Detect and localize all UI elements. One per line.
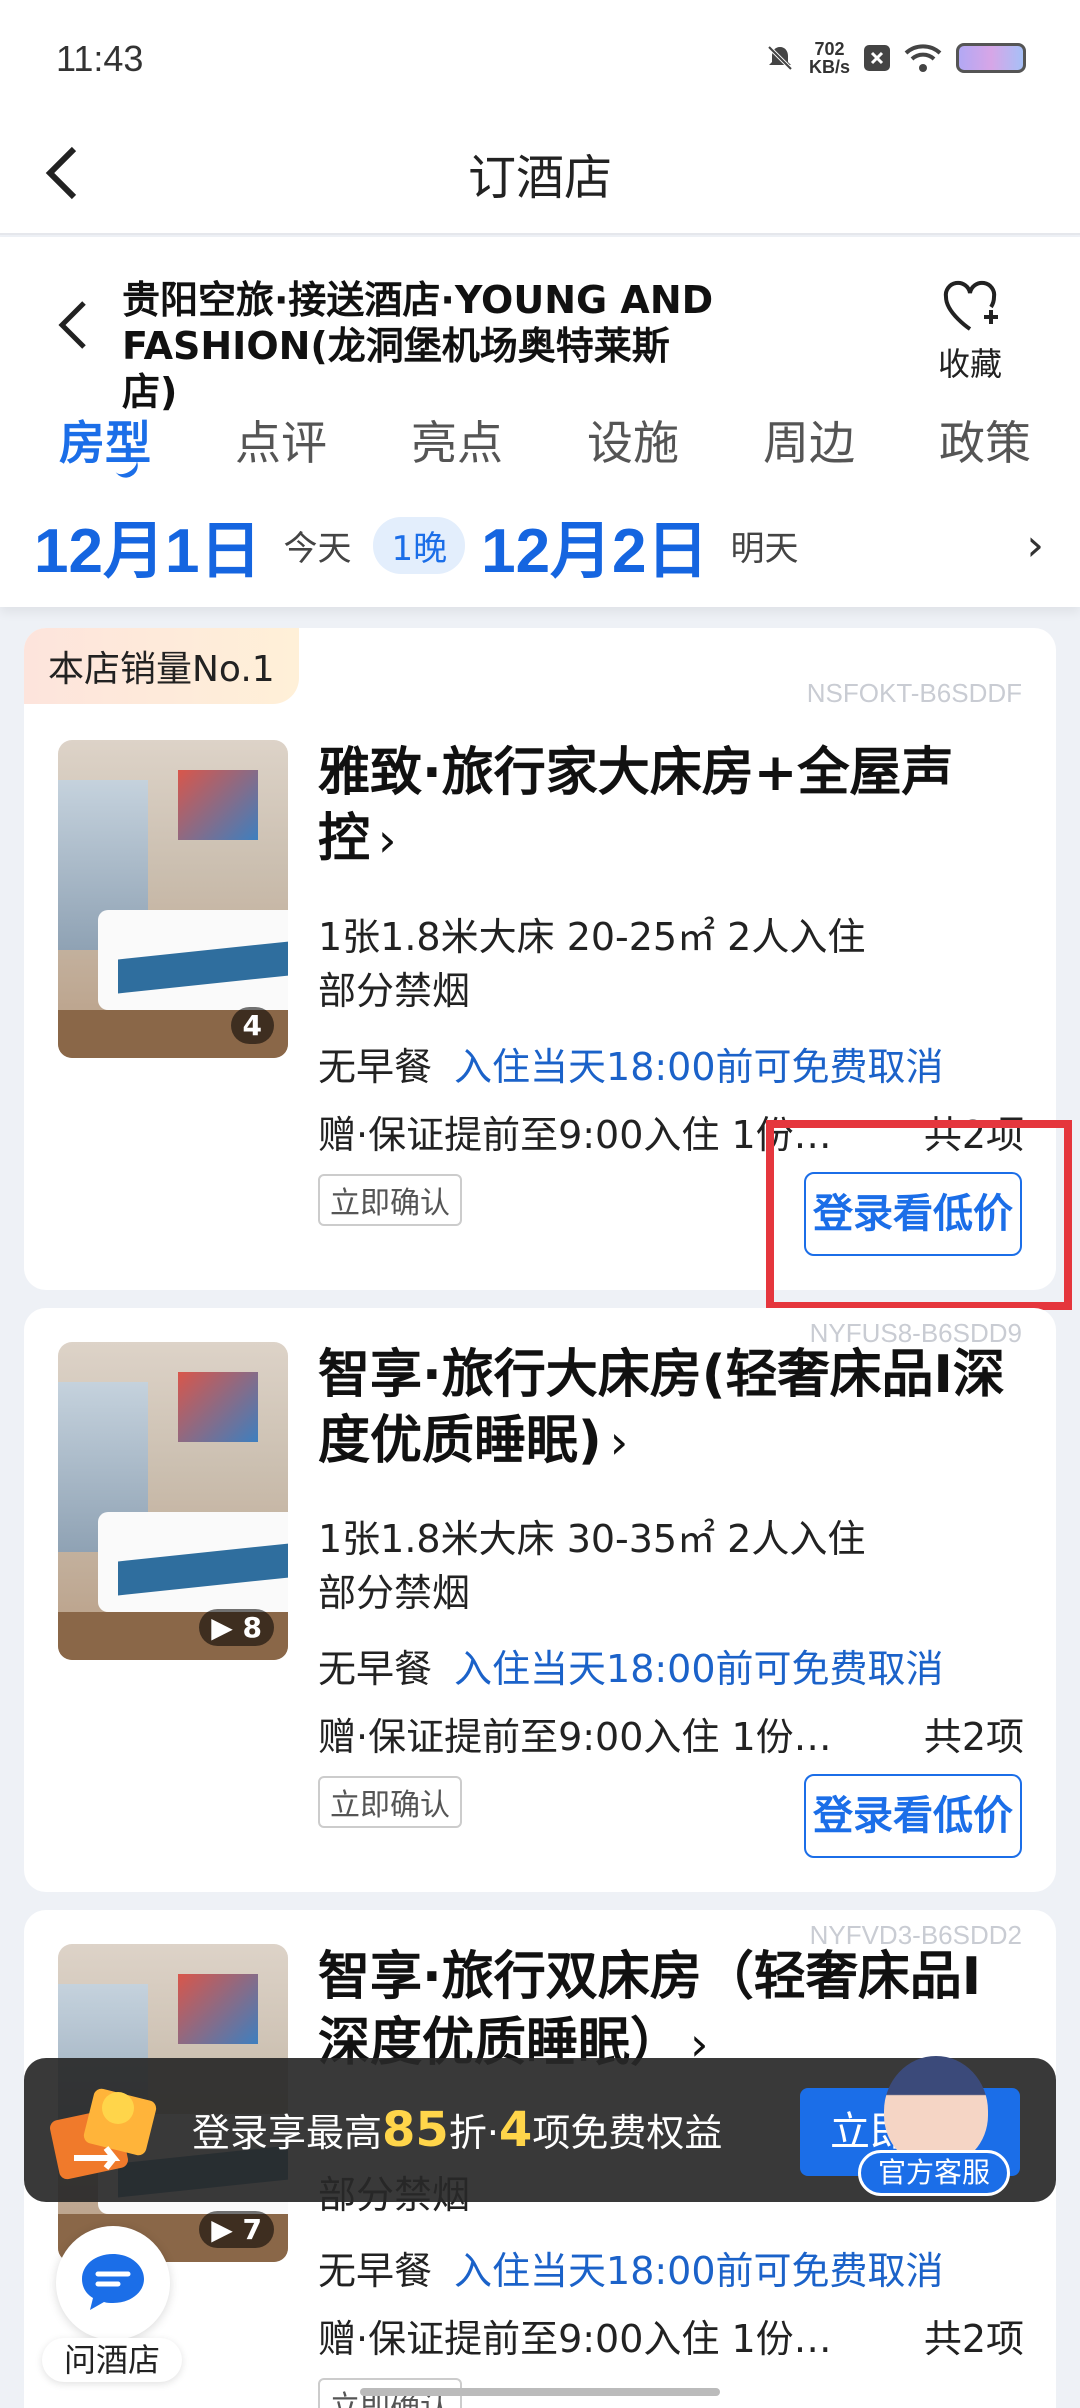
ask-hotel-label: 问酒店 <box>42 2338 182 2382</box>
favorite-button[interactable]: 收藏 <box>930 279 1010 385</box>
favorite-label: 收藏 <box>937 345 1002 383</box>
battery-icon <box>956 43 1026 73</box>
hotel-back-icon[interactable] <box>56 297 92 365</box>
bestseller-badge: 本店销量No.1 <box>24 628 299 704</box>
customer-service-button[interactable]: 官方客服 <box>848 2052 1020 2202</box>
close-box-icon <box>864 45 890 71</box>
coupon-gift-icon <box>50 2088 157 2180</box>
page-title: 订酒店 <box>467 150 612 206</box>
network-speed: 702 KB/s <box>808 39 850 77</box>
tab-facilities[interactable]: 设施 <box>558 407 708 473</box>
hotel-header: 贵阳空旅·接送酒店·YOUNG AND FASHION(龙洞堡机场奥特莱斯店) … <box>0 237 1080 607</box>
tab-policy[interactable]: 政策 <box>910 407 1060 473</box>
room-card[interactable]: NYFUS8-B6SDD9 ▶ 8 智享·旅行大床房(轻奢床品I深度优质睡眠) ›… <box>24 1308 1056 1892</box>
room-photo[interactable]: 4 <box>58 740 288 1058</box>
cancel-policy: 入住当天18:00前可免费取消 <box>454 2249 944 2293</box>
room-code: NSFOKT-B6SDDF <box>806 678 1022 708</box>
wifi-icon <box>904 44 942 72</box>
date-selector[interactable]: 12月1日 今天 1晚 12月2日 明天 › <box>34 505 1054 586</box>
cancel-policy: 入住当天18:00前可免费取消 <box>454 1045 944 1089</box>
room-title[interactable]: 智享·旅行大床房(轻奢床品I深度优质睡眠) › <box>318 1342 1018 1475</box>
room-meal-cancel: 无早餐 入住当天18:00前可免费取消 <box>318 1045 944 1089</box>
instant-confirm-tag: 立即确认 <box>318 1776 462 1828</box>
chevron-right-icon: › <box>609 1415 629 1469</box>
promo-text: 登录享最高85折·4项免费权益 <box>192 2102 723 2158</box>
room-spec: 1张1.8米大床 20-25㎡ 2人入住 <box>318 915 866 959</box>
home-indicator <box>360 2388 720 2396</box>
nav-bar: 订酒店 <box>0 125 1080 235</box>
room-meal-cancel: 无早餐 入住当天18:00前可免费取消 <box>318 1647 944 1691</box>
checkin-date: 12月1日 <box>34 517 262 586</box>
ask-hotel-button[interactable]: 问酒店 <box>42 2220 182 2382</box>
gift-count: 共2项 <box>923 2317 1024 2361</box>
login-price-button[interactable]: 登录看低价 <box>804 1774 1022 1858</box>
room-title[interactable]: 雅致·旅行家大床房+全屋声控 › <box>318 740 1018 873</box>
room-smoking: 部分禁烟 <box>318 1571 471 1615</box>
chevron-right-icon: › <box>1026 519 1044 571</box>
highlight-box <box>766 1120 1072 1310</box>
photo-count: 4 <box>230 1007 274 1044</box>
tab-nearby[interactable]: 周边 <box>734 407 884 473</box>
checkin-label: 今天 <box>283 528 352 569</box>
photo-count: ▶ 8 <box>199 1609 274 1646</box>
promo-benefits: 4 <box>498 2102 533 2158</box>
room-smoking: 部分禁烟 <box>318 969 471 1013</box>
heart-plus-icon <box>943 280 998 331</box>
promo-discount: 85 <box>382 2102 449 2158</box>
status-icons: 702 KB/s <box>765 40 1026 76</box>
photo-count: ▶ 7 <box>199 2211 274 2248</box>
service-label: 官方客服 <box>858 2150 1010 2196</box>
cancel-policy: 入住当天18:00前可免费取消 <box>454 1647 944 1691</box>
instant-confirm-tag: 立即确认 <box>318 1174 462 1226</box>
room-gift[interactable]: 赠·保证提前至9:00入住 1份… 共2项 <box>318 2308 1024 2363</box>
status-time: 11:43 <box>56 38 144 79</box>
chat-bubble-icon <box>56 2226 170 2340</box>
hotel-name: 贵阳空旅·接送酒店·YOUNG AND FASHION(龙洞堡机场奥特莱斯店) <box>122 278 714 414</box>
tab-highlights[interactable]: 亮点 <box>382 407 532 473</box>
section-tabs: 房型 点评 亮点 设施 周边 政策 <box>30 407 1060 473</box>
chevron-right-icon: › <box>378 813 397 867</box>
room-meal-cancel: 无早餐 入住当天18:00前可免费取消 <box>318 2249 944 2293</box>
room-photo[interactable]: ▶ 8 <box>58 1342 288 1660</box>
checkout-date: 12月2日 <box>481 517 709 586</box>
nights-badge: 1晚 <box>373 516 466 574</box>
tab-room-type[interactable]: 房型 <box>30 407 180 473</box>
checkout-label: 明天 <box>730 528 799 569</box>
mute-bell-icon <box>767 45 793 71</box>
room-spec: 1张1.8米大床 30-35㎡ 2人入住 <box>318 1517 866 1561</box>
gift-count: 共2项 <box>923 1715 1024 1759</box>
room-gift[interactable]: 赠·保证提前至9:00入住 1份… 共2项 <box>318 1706 1024 1761</box>
tab-reviews[interactable]: 点评 <box>206 407 356 473</box>
status-bar: 11:43 702 KB/s <box>0 0 1080 125</box>
